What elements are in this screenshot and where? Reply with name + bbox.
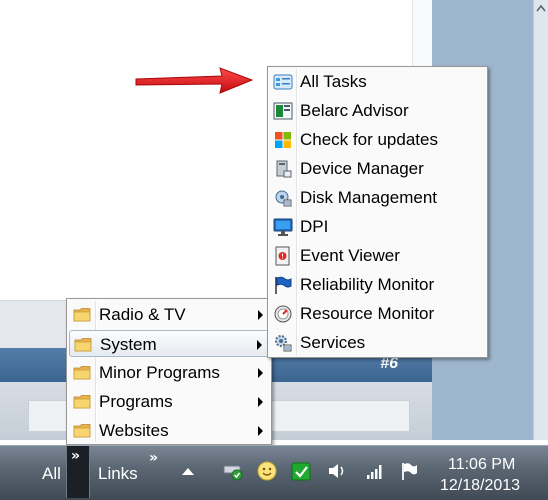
belarc-icon	[273, 101, 293, 121]
links-item-websites[interactable]: Websites	[69, 417, 269, 444]
submenu-arrow-icon	[258, 426, 263, 436]
menu-item-label: Resource Monitor	[300, 304, 435, 323]
smiley-app-icon[interactable]	[256, 460, 278, 482]
menu-item-label: DPI	[300, 217, 329, 236]
system-item-reliability-monitor[interactable]: Reliability Monitor	[270, 271, 485, 298]
volume-speaker-icon[interactable]	[326, 460, 348, 482]
menu-item-label: System	[100, 335, 157, 354]
menu-item-label: Event Viewer	[300, 246, 400, 265]
menu-item-label: All Tasks	[300, 72, 367, 91]
control-panel-icon	[273, 72, 293, 92]
menu-item-label: Radio & TV	[99, 305, 186, 324]
clock-date[interactable]: 12/18/2013	[440, 477, 520, 495]
menu-item-label: Services	[300, 333, 366, 352]
system-item-dpi[interactable]: DPI	[270, 213, 485, 240]
menu-item-label: Reliability Monitor	[300, 275, 435, 294]
services-gear-icon	[273, 333, 293, 353]
folder-icon	[72, 392, 92, 412]
folder-icon	[72, 305, 92, 325]
green-shield-app-icon[interactable]	[290, 460, 312, 482]
toolbar-separator[interactable]: »	[66, 446, 90, 498]
submenu-arrow-icon	[258, 368, 263, 378]
folder-icon	[72, 421, 92, 441]
links-toolbar-menu: Radio & TV System Minor Programs Programs We…	[66, 298, 272, 445]
menu-item-label: Check for updates	[300, 130, 438, 149]
links-chevron-icon[interactable]: »	[149, 450, 158, 466]
links-item-programs[interactable]: Programs	[69, 388, 269, 415]
vertical-scrollbar[interactable]	[533, 0, 548, 440]
menu-item-label: Disk Management	[300, 188, 438, 207]
reliability-flag-icon	[273, 275, 293, 295]
links-item-system[interactable]: System	[69, 330, 269, 357]
action-center-flag-icon[interactable]	[398, 460, 420, 482]
menu-item-label: Device Manager	[300, 159, 424, 178]
menu-item-label: Belarc Advisor	[300, 101, 409, 120]
links-item-minor-programs[interactable]: Minor Programs	[69, 359, 269, 386]
system-item-check-for-updates[interactable]: Check for updates	[270, 126, 485, 153]
links-item-radio-tv[interactable]: Radio & TV	[69, 301, 269, 328]
show-hidden-icons-arrow-icon[interactable]	[180, 464, 196, 478]
disk-management-icon	[273, 188, 293, 208]
system-item-device-manager[interactable]: Device Manager	[270, 155, 485, 182]
submenu-arrow-icon	[258, 310, 263, 320]
monitor-icon	[273, 217, 293, 237]
resource-monitor-icon	[273, 304, 293, 324]
folder-icon	[73, 335, 93, 355]
event-viewer-icon	[273, 246, 293, 266]
folder-icon	[72, 363, 92, 383]
system-item-services[interactable]: Services	[270, 329, 485, 356]
device-manager-icon	[273, 159, 293, 179]
menu-item-label: Programs	[99, 392, 173, 411]
toolbar-chevron-icon[interactable]: »	[71, 448, 80, 464]
menu-item-label: Minor Programs	[99, 363, 220, 382]
windows-update-icon	[273, 130, 293, 150]
system-item-event-viewer[interactable]: Event Viewer	[270, 242, 485, 269]
links-toolbar-button[interactable]: Links	[98, 464, 138, 484]
network-signal-bars-icon[interactable]	[364, 460, 386, 482]
submenu-arrow-icon	[258, 397, 263, 407]
red-arrow-annotation	[135, 67, 254, 94]
menu-item-label: Websites	[99, 421, 169, 440]
scroll-up-arrow-icon[interactable]	[536, 4, 546, 14]
system-submenu: All Tasks Belarc Advisor Check for updates…	[267, 66, 488, 358]
clock-time[interactable]: 11:06 PM	[448, 456, 515, 474]
safely-remove-hardware-icon[interactable]	[222, 460, 244, 482]
taskbar: All » Links » 11:06 PM 12/18/2013	[0, 445, 548, 500]
system-item-all-tasks[interactable]: All Tasks	[270, 68, 485, 95]
system-item-disk-management[interactable]: Disk Management	[270, 184, 485, 211]
system-item-belarc-advisor[interactable]: Belarc Advisor	[270, 97, 485, 124]
all-toolbar-label[interactable]: All	[42, 464, 61, 484]
submenu-arrow-icon	[257, 340, 262, 350]
system-item-resource-monitor[interactable]: Resource Monitor	[270, 300, 485, 327]
